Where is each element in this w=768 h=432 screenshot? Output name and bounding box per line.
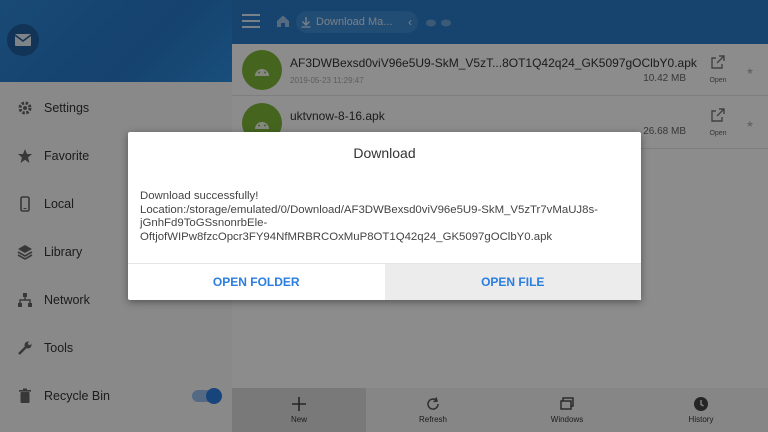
dialog-message-line: Location:/storage/emulated/0/Download/AF… xyxy=(140,203,598,216)
dialog-message-line: jGnhFd9ToGSsnonrbEle- xyxy=(140,217,268,230)
file-manager-app: Settings Favorite Local Library Network … xyxy=(0,0,768,432)
dialog-buttons: OPEN FOLDER OPEN FILE xyxy=(128,263,641,300)
dialog-title: Download xyxy=(353,145,416,161)
open-folder-button[interactable]: OPEN FOLDER xyxy=(128,264,385,300)
dialog-message-line: Download successfully! xyxy=(140,190,259,202)
download-dialog: Download Download successfully! Location… xyxy=(128,132,641,300)
open-file-button[interactable]: OPEN FILE xyxy=(384,264,641,300)
dialog-message-line: OftjofWIPw8fzcOpcr3FY94NfMRBRCOxMuP8OT1Q… xyxy=(140,230,553,243)
dialog-message: Download successfully! Location:/storage… xyxy=(140,190,632,244)
